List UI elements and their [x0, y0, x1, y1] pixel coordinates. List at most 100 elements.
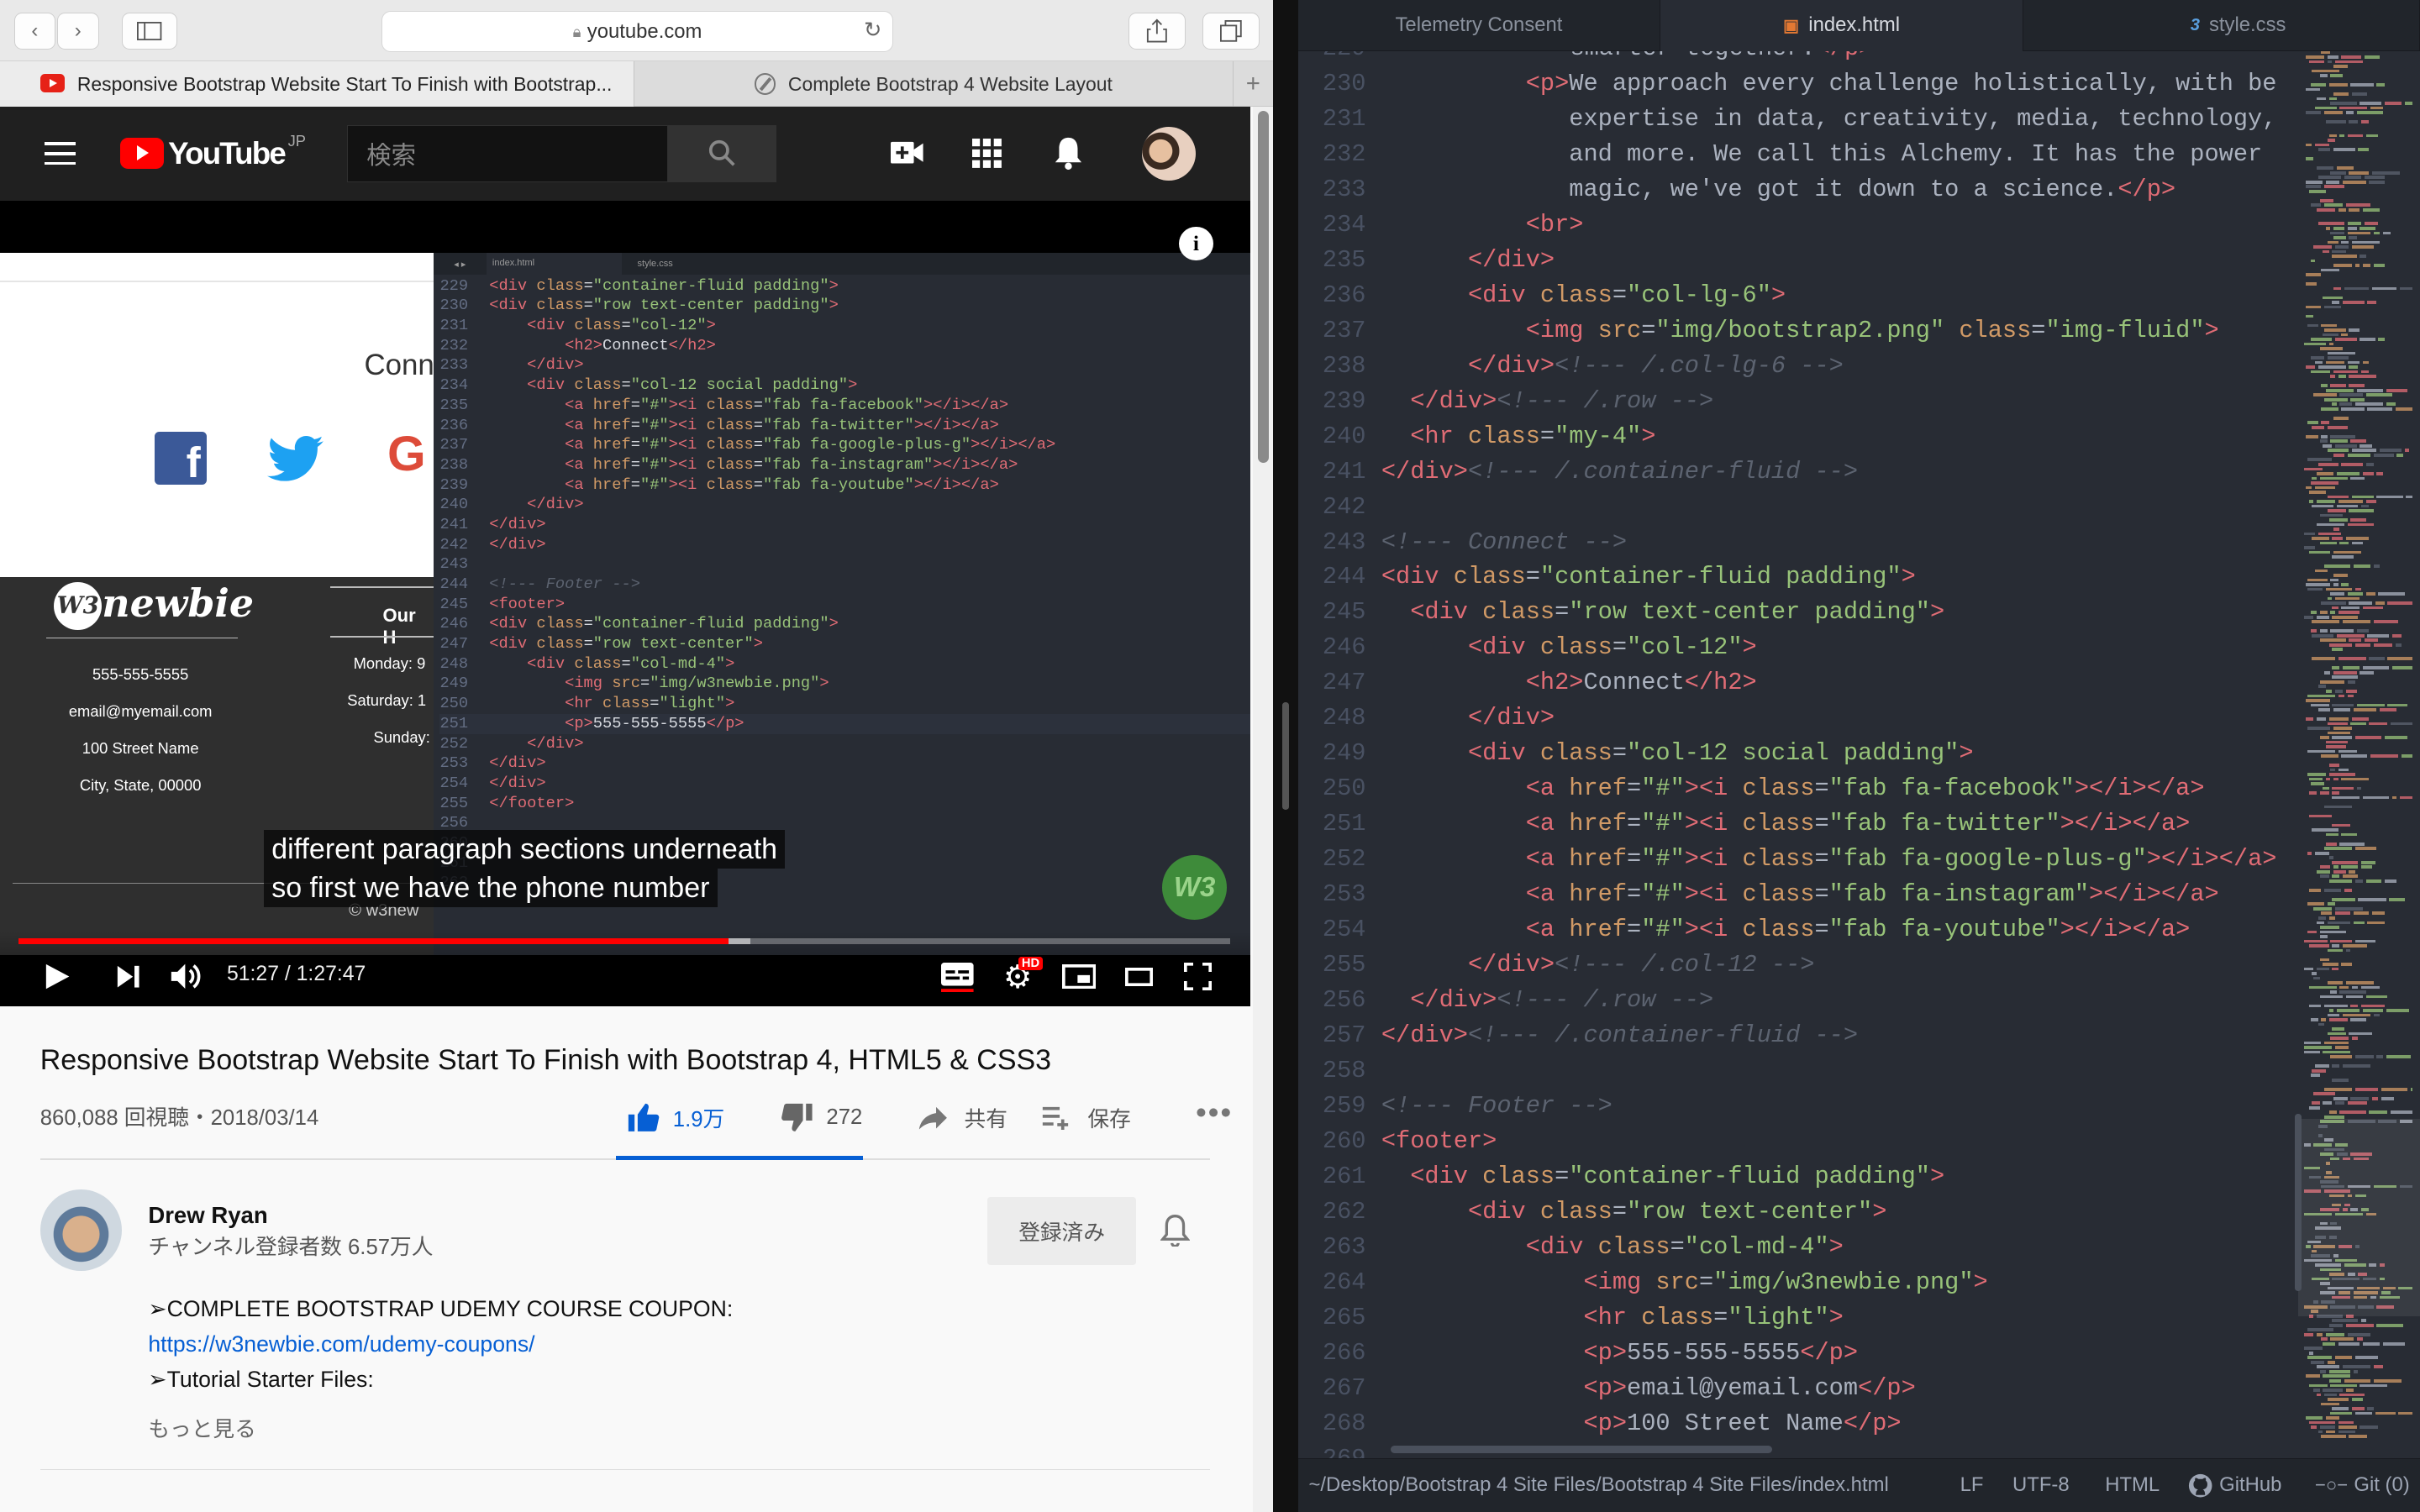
- description-link[interactable]: https://w3newbie.com/udemy-coupons/: [148, 1331, 534, 1357]
- channel-avatar[interactable]: [39, 1189, 123, 1272]
- share-video-button[interactable]: 共有: [897, 1100, 1007, 1136]
- settings-button[interactable]: ⚙ HD: [1003, 956, 1043, 996]
- theater-mode-icon[interactable]: [1124, 967, 1153, 986]
- code-line[interactable]: 247 <h2>Connect</h2>: [1298, 665, 2286, 701]
- code-line[interactable]: 267 <p>email@yemail.com</p>: [1298, 1371, 2286, 1406]
- code-line[interactable]: 264 <img src="img/w3newbie.png">: [1298, 1265, 2286, 1300]
- code-line[interactable]: 243 <!--- Connect -->: [1298, 525, 2286, 560]
- volume-icon[interactable]: [170, 961, 203, 992]
- like-button[interactable]: 1.9万: [618, 1100, 724, 1136]
- show-more-button[interactable]: もっと見る: [148, 1412, 256, 1443]
- code-line[interactable]: 244 <div class="container-fluid padding">: [1298, 559, 2286, 595]
- tab-bootstrap-layout[interactable]: Complete Bootstrap 4 Website Layout: [634, 61, 1234, 107]
- subscription-bell-icon[interactable]: [1160, 1213, 1191, 1247]
- info-icon[interactable]: i: [1179, 226, 1213, 261]
- code-line[interactable]: 231 expertise in data, creativity, media…: [1298, 102, 2286, 137]
- code-line[interactable]: 238 </div><!--- /.col-lg-6 -->: [1298, 349, 2286, 384]
- split-view-divider[interactable]: [1273, 0, 1298, 1512]
- encoding-indicator[interactable]: UTF-8: [2012, 1473, 2070, 1497]
- page-scrollbar[interactable]: [1253, 106, 1274, 1512]
- file-path[interactable]: ~/Desktop/Bootstrap 4 Site Files/Bootstr…: [1309, 1473, 1889, 1497]
- code-line[interactable]: 266 <p>555-555-5555</p>: [1298, 1336, 2286, 1371]
- line-ending-indicator[interactable]: LF: [1960, 1473, 1984, 1497]
- new-tab-button[interactable]: +: [1234, 61, 1274, 106]
- more-actions-button[interactable]: •••: [1196, 1095, 1233, 1136]
- code-editor[interactable]: 229 smarter together.</p>230 <p>We appro…: [1298, 31, 2286, 1477]
- code-line[interactable]: 250 <a href="#"><i class="fab fa-faceboo…: [1298, 771, 2286, 806]
- code-line[interactable]: 255 </div><!--- /.col-12 -->: [1298, 948, 2286, 983]
- notifications-bell-icon[interactable]: [1054, 136, 1083, 170]
- code-line[interactable]: 233 magic, we've got it down to a scienc…: [1298, 172, 2286, 207]
- dislike-button[interactable]: 272: [759, 1100, 862, 1136]
- code-line[interactable]: 235 </div>: [1298, 243, 2286, 278]
- code-line[interactable]: 230 <p>We approach every challenge holis…: [1298, 66, 2286, 102]
- code-line[interactable]: 248 </div>: [1298, 701, 2286, 736]
- search-input[interactable]: 検索: [347, 124, 669, 182]
- back-button[interactable]: ‹: [13, 12, 56, 50]
- code-line[interactable]: 265 <hr class="light">: [1298, 1300, 2286, 1336]
- minimap-line: [2319, 198, 2334, 202]
- address-bar[interactable]: 🔒︎ youtube.com ↻: [381, 10, 894, 53]
- code-line[interactable]: 246 <div class="col-12">: [1298, 630, 2286, 665]
- vertical-scrollbar[interactable]: [2295, 1114, 2302, 1292]
- code-line[interactable]: 253 <a href="#"><i class="fab fa-instagr…: [1298, 877, 2286, 912]
- tab-index-html[interactable]: ▣ index.html: [1660, 0, 2023, 51]
- code-line[interactable]: 249 <div class="col-12 social padding">: [1298, 736, 2286, 771]
- minimap-line: [2364, 55, 2381, 59]
- video-player[interactable]: Conn f G W3 newbie 555-555-5555 email@mye…: [0, 200, 1250, 1006]
- create-video-icon[interactable]: [890, 140, 924, 165]
- code-line[interactable]: 263 <div class="col-md-4">: [1298, 1230, 2286, 1265]
- tab-telemetry-consent[interactable]: Telemetry Consent: [1298, 0, 1661, 51]
- fullscreen-icon[interactable]: [1183, 963, 1212, 991]
- github-button[interactable]: GitHub: [2188, 1473, 2281, 1498]
- code-line[interactable]: 261 <div class="container-fluid padding"…: [1298, 1159, 2286, 1194]
- forward-button[interactable]: ›: [56, 12, 99, 50]
- minimap-viewport[interactable]: [2297, 1118, 2420, 1316]
- code-line[interactable]: 245 <div class="row text-center padding"…: [1298, 595, 2286, 630]
- code-line[interactable]: 241 </div><!--- /.container-fluid -->: [1298, 454, 2286, 490]
- reload-icon[interactable]: ↻: [864, 18, 882, 43]
- divider-handle[interactable]: [1282, 701, 1289, 811]
- progress-bar[interactable]: [18, 937, 1230, 945]
- code-line[interactable]: 268 <p>100 Street Name</p>: [1298, 1406, 2286, 1441]
- code-line[interactable]: 242: [1298, 490, 2286, 525]
- menu-icon[interactable]: [45, 141, 76, 165]
- code-line[interactable]: 259 <!--- Footer -->: [1298, 1089, 2286, 1124]
- apps-grid-icon[interactable]: [972, 139, 1002, 169]
- sidebar-button[interactable]: [122, 12, 178, 50]
- code-line[interactable]: 260 <footer>: [1298, 1124, 2286, 1159]
- save-video-button[interactable]: 保存: [1041, 1100, 1131, 1136]
- code-line[interactable]: 262 <div class="row text-center">: [1298, 1194, 2286, 1230]
- grammar-indicator[interactable]: HTML: [2105, 1473, 2160, 1497]
- code-line[interactable]: 254 <a href="#"><i class="fab fa-youtube…: [1298, 912, 2286, 948]
- tab-youtube[interactable]: Responsive Bootstrap Website Start To Fi…: [0, 61, 634, 107]
- code-line[interactable]: 252 <a href="#"><i class="fab fa-google-…: [1298, 842, 2286, 877]
- tabs-overview-button[interactable]: [1202, 12, 1260, 50]
- code-line[interactable]: 236 <div class="col-lg-6">: [1298, 278, 2286, 313]
- next-icon[interactable]: [116, 964, 140, 989]
- subscribed-button[interactable]: 登録済み: [987, 1197, 1136, 1266]
- youtube-logo[interactable]: YouTube JP: [120, 132, 306, 171]
- code-line[interactable]: 257 </div><!--- /.container-fluid -->: [1298, 1018, 2286, 1053]
- search-button[interactable]: [668, 124, 776, 182]
- horizontal-scrollbar[interactable]: [1390, 1445, 1772, 1454]
- code-line[interactable]: 239 </div><!--- /.row -->: [1298, 384, 2286, 419]
- git-button[interactable]: −○− Git (0): [2315, 1473, 2410, 1497]
- minimap-line: [2319, 791, 2329, 795]
- channel-name[interactable]: Drew Ryan: [148, 1202, 267, 1229]
- account-avatar[interactable]: [1142, 126, 1197, 181]
- tab-style-css[interactable]: 3 style.css: [2057, 0, 2420, 51]
- channel-watermark[interactable]: W3: [1162, 854, 1228, 920]
- code-line[interactable]: 256 </div><!--- /.row -->: [1298, 983, 2286, 1018]
- code-line[interactable]: 251 <a href="#"><i class="fab fa-twitter…: [1298, 806, 2286, 842]
- code-line[interactable]: 234 <br>: [1298, 207, 2286, 243]
- code-line[interactable]: 232 and more. We call this Alchemy. It h…: [1298, 137, 2286, 172]
- code-line[interactable]: 258: [1298, 1053, 2286, 1089]
- code-line[interactable]: 237 <img src="img/bootstrap2.png" class=…: [1298, 313, 2286, 349]
- play-icon[interactable]: [45, 963, 71, 990]
- scrollbar-thumb[interactable]: [1257, 111, 1269, 463]
- miniplayer-icon[interactable]: [1061, 963, 1097, 990]
- share-button[interactable]: [1128, 12, 1186, 50]
- subtitles-button[interactable]: [941, 963, 974, 1000]
- code-line[interactable]: 240 <hr class="my-4">: [1298, 419, 2286, 454]
